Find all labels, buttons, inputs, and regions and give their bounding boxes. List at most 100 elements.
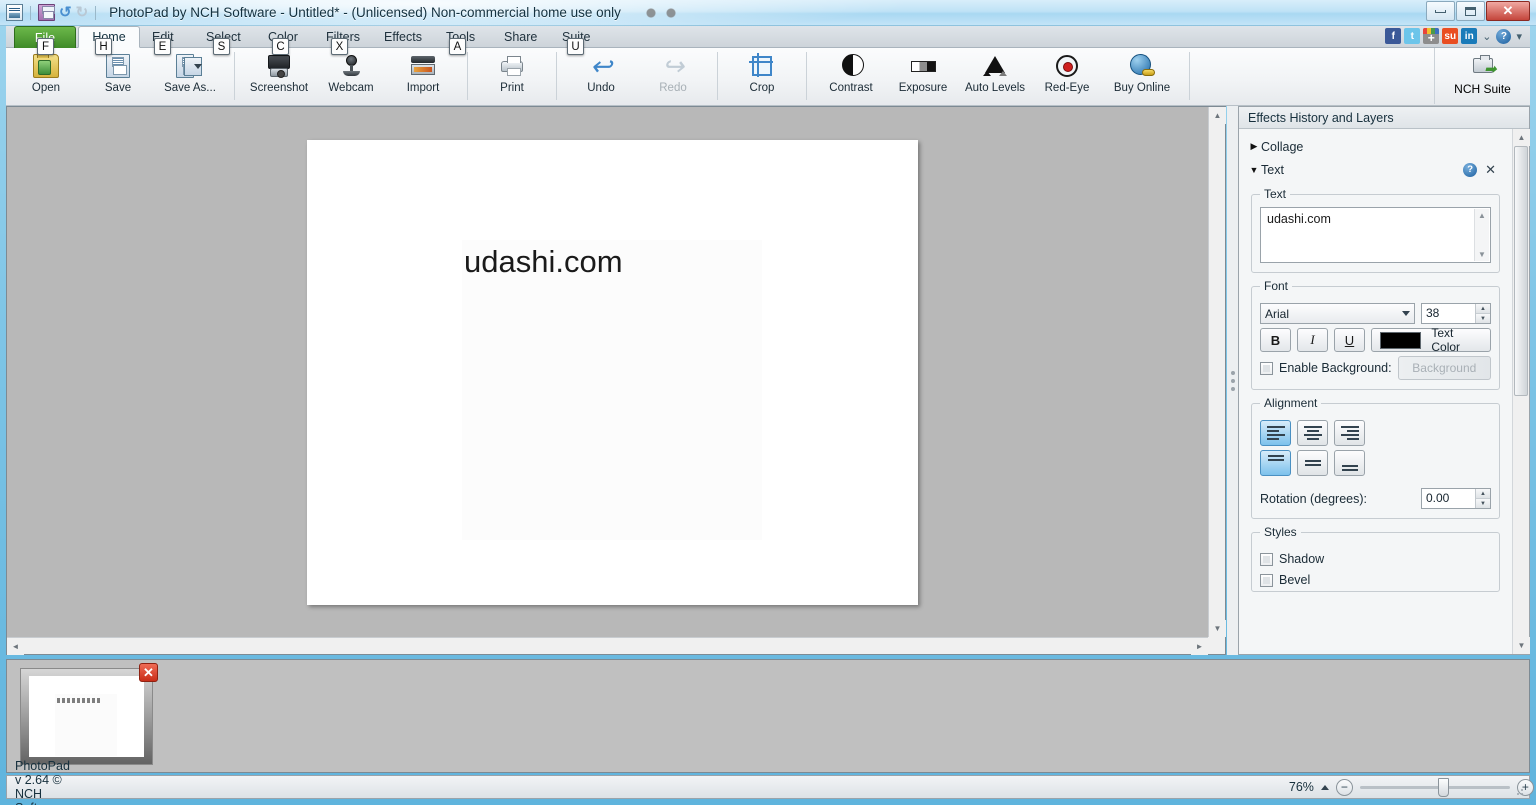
ribbon-tabstrip[interactable]: File Home Edit Select Color Filters Effe…	[6, 26, 1530, 55]
panel-scroll-up-button[interactable]: ▲	[1513, 129, 1530, 146]
nch-suite-button[interactable]: ➡ NCH Suite	[1434, 48, 1530, 104]
chevron-down-icon[interactable]: ▼	[1247, 165, 1261, 175]
open-button[interactable]: Open	[10, 48, 82, 104]
tab-effects[interactable]: Effects	[374, 26, 432, 48]
panel-scrollbar[interactable]: ▲ ▼	[1512, 129, 1530, 654]
align-middle-button[interactable]	[1297, 450, 1328, 476]
undo-button[interactable]: ↩ Undo	[565, 48, 637, 104]
canvas-text-layer[interactable]: udashi.com	[464, 244, 623, 280]
layer-help-icon[interactable]: ?	[1463, 162, 1478, 177]
scroll-right-button[interactable]: ►	[1191, 638, 1208, 655]
buy-online-button[interactable]: Buy Online	[1103, 48, 1181, 104]
text-color-button[interactable]: Text Color	[1371, 326, 1491, 354]
align-top-button[interactable]	[1260, 450, 1291, 476]
canvas-vertical-scrollbar[interactable]: ▲ ▼	[1208, 107, 1226, 637]
facebook-icon[interactable]: f	[1385, 28, 1402, 44]
zoom-slider-thumb[interactable]	[1437, 777, 1449, 797]
align-center-button[interactable]	[1297, 420, 1328, 446]
thumbnail-1[interactable]: ✕	[20, 663, 158, 765]
thumbnail-filmstrip[interactable]: ✕	[6, 659, 1530, 773]
chevron-up-icon[interactable]	[1320, 784, 1329, 790]
quick-access-toolbar[interactable]: ↺ ↻	[0, 4, 99, 21]
help-icon[interactable]: ?	[1496, 28, 1512, 44]
toolbar-divider-3	[556, 52, 557, 100]
alignment-group-legend: Alignment	[1264, 396, 1318, 410]
auto-levels-button[interactable]: Auto Levels	[959, 48, 1031, 104]
crop-button[interactable]: Crop	[726, 48, 798, 104]
shadow-checkbox[interactable]	[1260, 552, 1273, 566]
bevel-checkbox[interactable]	[1260, 573, 1273, 587]
close-button[interactable]: ✕	[1486, 1, 1530, 21]
underline-button[interactable]: U	[1334, 328, 1365, 352]
exposure-button[interactable]: Exposure	[887, 48, 959, 104]
layer-item-collage[interactable]: ▶ Collage	[1247, 135, 1502, 158]
align-right-button[interactable]	[1334, 420, 1365, 446]
align-bottom-button[interactable]	[1334, 450, 1365, 476]
rotation-down-icon[interactable]: ▼	[1476, 499, 1490, 508]
import-button[interactable]: Import	[387, 48, 459, 104]
splitter-grip-icon	[1230, 370, 1235, 391]
window-controls[interactable]: ✕	[1426, 1, 1530, 21]
font-size-spin-buttons[interactable]: ▲ ▼	[1475, 304, 1490, 323]
rotation-up-icon[interactable]: ▲	[1476, 489, 1490, 499]
bold-button[interactable]: B	[1260, 328, 1291, 352]
keytip-home: H	[95, 38, 112, 55]
minimize-button[interactable]	[1426, 1, 1455, 21]
layer-label-text: Text	[1261, 162, 1284, 177]
save-button[interactable]: Save	[82, 48, 154, 104]
webcam-button[interactable]: Webcam	[315, 48, 387, 104]
screenshot-button[interactable]: Screenshot	[243, 48, 315, 104]
stumbleupon-icon[interactable]: su	[1442, 28, 1459, 44]
scroll-up-button[interactable]: ▲	[1209, 107, 1226, 124]
restore-button[interactable]	[1456, 1, 1485, 21]
save-as-button[interactable]: Save As...	[154, 48, 226, 104]
chevron-down-icon[interactable]: ⌄	[1480, 30, 1493, 43]
font-size-down-icon[interactable]: ▼	[1476, 314, 1490, 323]
font-size-stepper[interactable]: 38 ▲ ▼	[1421, 303, 1491, 324]
help-dropdown-caret-icon[interactable]: ▾	[1514, 30, 1524, 43]
thumbnail-1-close-button[interactable]: ✕	[139, 663, 158, 682]
canvas-viewport[interactable]: udashi.com	[7, 107, 1208, 637]
canvas-horizontal-scrollbar[interactable]: ◄ ►	[7, 637, 1208, 655]
keytip-tools: A	[449, 38, 466, 55]
panel-scroll-thumb[interactable]	[1514, 146, 1528, 396]
tab-share[interactable]: Share	[494, 26, 547, 48]
screenshot-icon	[265, 52, 293, 80]
red-eye-button[interactable]: Red-Eye	[1031, 48, 1103, 104]
resize-grip-icon[interactable]	[1516, 786, 1526, 796]
image-document[interactable]: udashi.com	[307, 140, 918, 605]
social-share-group[interactable]: f t + su in ⌄ ? ▾	[1385, 28, 1524, 44]
rotation-stepper[interactable]: 0.00 ▲ ▼	[1421, 488, 1491, 509]
layer-item-text[interactable]: ▼ Text ? ✕	[1247, 158, 1502, 181]
panel-scroll-down-button[interactable]: ▼	[1513, 637, 1530, 654]
save-icon[interactable]	[38, 4, 55, 21]
scroll-down-button[interactable]: ▼	[1209, 620, 1226, 637]
text-input[interactable]: udashi.com ▲ ▼	[1260, 207, 1491, 263]
undo-icon[interactable]: ↺	[59, 4, 72, 21]
enable-background-checkbox[interactable]	[1260, 361, 1273, 375]
panel-splitter[interactable]	[1227, 106, 1238, 655]
text-input-scrollbar[interactable]: ▲ ▼	[1474, 209, 1489, 261]
rotation-spin-buttons[interactable]: ▲ ▼	[1475, 489, 1490, 508]
contrast-button[interactable]: Contrast	[815, 48, 887, 104]
font-family-select[interactable]: Arial	[1260, 303, 1415, 324]
import-label: Import	[406, 82, 440, 94]
zoom-out-button[interactable]: −	[1335, 778, 1353, 796]
font-size-up-icon[interactable]: ▲	[1476, 304, 1490, 314]
chevron-right-icon[interactable]: ▶	[1247, 141, 1261, 152]
rotation-row: Rotation (degrees): 0.00 ▲ ▼	[1260, 488, 1491, 509]
googleplus-icon[interactable]: +	[1423, 28, 1440, 44]
layer-actions[interactable]: ? ✕	[1463, 162, 1502, 178]
twitter-icon[interactable]: t	[1404, 28, 1421, 44]
zoom-controls[interactable]: 76% − +	[1280, 777, 1536, 797]
align-left-button[interactable]	[1260, 420, 1291, 446]
italic-button[interactable]: I	[1297, 328, 1328, 352]
toolbar-divider-5	[806, 52, 807, 100]
print-button[interactable]: Print	[476, 48, 548, 104]
redo-icon: ↻	[75, 4, 89, 21]
zoom-slider[interactable]	[1359, 777, 1510, 797]
linkedin-icon[interactable]: in	[1461, 28, 1478, 44]
scroll-left-button[interactable]: ◄	[7, 638, 24, 655]
layer-close-icon[interactable]: ✕	[1485, 162, 1496, 178]
printer-icon	[498, 52, 526, 80]
